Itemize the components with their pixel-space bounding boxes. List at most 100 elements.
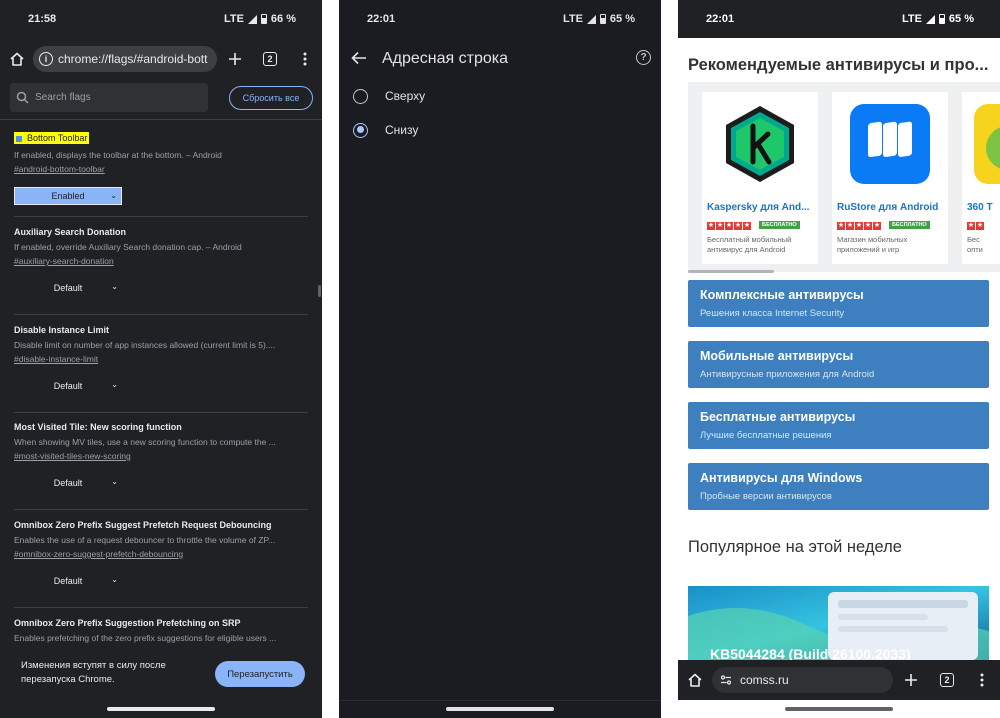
more-menu-icon[interactable] — [292, 46, 318, 72]
app-name[interactable]: RuStore для Android — [837, 202, 947, 213]
flag-title: Most Visited Tile: New scoring function — [14, 422, 182, 432]
rustore-icon — [850, 104, 930, 184]
category-title: Комплексные антивирусы — [700, 288, 864, 302]
free-badge: БЕСПЛАТНО — [889, 221, 930, 229]
url-text: chrome://flags/#android-bott — [58, 52, 208, 66]
site-settings-icon[interactable] — [720, 674, 732, 686]
gesture-handle[interactable] — [446, 707, 554, 711]
browser-toolbar: i chrome://flags/#android-bott 2 — [0, 42, 322, 76]
star-icon: ★ — [725, 222, 733, 230]
flag-description: If enabled, displays the toolbar at the … — [14, 150, 222, 160]
flag-link[interactable]: #most-visited-tiles-new-scoring — [14, 451, 308, 461]
browser-bottom-toolbar: comss.ru 2 — [678, 660, 1000, 700]
flag-description: When showing MV tiles, use a new scoring… — [14, 437, 276, 447]
status-time: 21:58 — [28, 13, 57, 25]
new-tab-icon[interactable] — [222, 46, 248, 72]
flag-select[interactable]: Enabled ⌄ — [14, 187, 122, 205]
battery-level: 66 % — [270, 13, 296, 25]
tab-count: 2 — [263, 52, 277, 66]
star-icon: ★ — [707, 222, 715, 230]
url-text: comss.ru — [740, 673, 789, 687]
scrollbar[interactable] — [318, 285, 321, 297]
radio-top[interactable] — [353, 88, 368, 104]
flag-select[interactable]: Default ⌄ — [14, 377, 122, 395]
flag-link[interactable]: #android-bottom-toolbar — [14, 164, 308, 174]
category-subtitle: Пробные версии антивирусов — [700, 491, 832, 502]
battery-icon — [599, 14, 606, 24]
app-card[interactable]: 360 T ★ ★ Бес опти — [962, 92, 1000, 264]
star-icon: ★ — [873, 222, 881, 230]
flag-select[interactable]: Default ⌄ — [14, 572, 122, 590]
category-button[interactable]: Мобильные антивирусы Антивирусные прилож… — [688, 341, 989, 388]
star-icon: ★ — [967, 222, 975, 230]
category-button[interactable]: Антивирусы для Windows Пробные версии ан… — [688, 463, 989, 510]
restart-button[interactable]: Перезапустить — [215, 661, 305, 687]
gesture-handle[interactable] — [785, 707, 893, 711]
star-icon: ★ — [837, 222, 845, 230]
category-title: Мобильные антивирусы — [700, 349, 854, 363]
signal-icon — [586, 14, 596, 24]
battery-icon — [938, 14, 945, 24]
flag-title: Auxiliary Search Donation — [14, 227, 127, 237]
rating-stars: ★ ★ ★ ★ ★ — [707, 222, 751, 230]
info-icon[interactable]: i — [39, 52, 53, 66]
home-icon[interactable] — [4, 46, 30, 72]
url-bar[interactable]: comss.ru — [712, 667, 893, 693]
option-bottom[interactable]: Снизу — [353, 116, 643, 144]
flag-link[interactable]: #auxiliary-search-donation — [14, 256, 308, 266]
back-arrow-icon[interactable] — [351, 51, 367, 70]
page-content: Рекомендуемые антивирусы и про... Kasper… — [678, 38, 1000, 660]
section-title: Популярное на этой неделе — [688, 538, 902, 556]
flags-search-bar: Search flags Сбросить все — [0, 78, 322, 120]
tab-switcher-button[interactable]: 2 — [940, 673, 954, 687]
carousel-scrollbar[interactable] — [688, 270, 774, 273]
gesture-handle[interactable] — [107, 707, 215, 711]
app-name[interactable]: Kaspersky для And... — [707, 202, 817, 213]
signal-icon — [247, 14, 257, 24]
app-card[interactable]: RuStore для Android ★ ★ ★ ★ ★ БЕСПЛАТНО Мага… — [832, 92, 948, 264]
status-bar: 21:58 LTE 66 % — [0, 0, 322, 38]
divider — [14, 509, 308, 510]
flag-item: Omnibox Zero Prefix Suggest Prefetch Req… — [14, 519, 308, 590]
divider — [14, 216, 308, 217]
radio-bottom[interactable] — [353, 122, 368, 138]
flag-select[interactable]: Default ⌄ — [14, 474, 122, 492]
flag-select[interactable]: Default ⌄ — [14, 279, 122, 297]
chevron-down-icon: ⌄ — [111, 477, 118, 486]
help-icon[interactable]: ? — [636, 50, 651, 65]
flags-screen: 21:58 LTE 66 % i chrome://flags/#android… — [0, 0, 322, 718]
flag-title: Disable Instance Limit — [14, 325, 110, 335]
star-icon: ★ — [846, 222, 854, 230]
flag-link[interactable]: #disable-instance-limit — [14, 354, 308, 364]
flag-item: Disable Instance Limit Disable limit on … — [14, 324, 308, 395]
reset-all-button[interactable]: Сбросить все — [229, 86, 313, 110]
star-icon: ★ — [734, 222, 742, 230]
app-card[interactable]: Kaspersky для And... ★ ★ ★ ★ ★ БЕСПЛАТНО Бес… — [702, 92, 818, 264]
url-bar[interactable]: i chrome://flags/#android-bott — [33, 46, 217, 72]
more-menu-icon[interactable] — [980, 673, 984, 692]
flag-select-value: Default — [53, 576, 83, 586]
settings-header: Адресная строка ? — [339, 42, 661, 76]
app-description: Магазин мобильных приложений и игр — [837, 235, 908, 254]
address-bar-settings-screen: 22:01 LTE 65 % Адресная строка ? Сверху … — [339, 0, 661, 718]
snackbar-text: Изменения вступят в силу после перезапус… — [21, 660, 166, 685]
tab-switcher-button[interactable]: 2 — [257, 46, 283, 72]
chevron-down-icon: ⌄ — [111, 575, 118, 584]
search-flags-input[interactable]: Search flags — [10, 83, 208, 112]
restart-snackbar: Изменения вступят в силу после перезапус… — [0, 650, 322, 700]
category-button[interactable]: Комплексные антивирусы Решения класса In… — [688, 280, 989, 327]
app-name[interactable]: 360 T — [967, 202, 1000, 213]
flag-link[interactable]: #omnibox-zero-suggest-prefetch-debouncin… — [14, 549, 308, 559]
star-icon: ★ — [864, 222, 872, 230]
free-badge: БЕСПЛАТНО — [759, 221, 800, 229]
search-icon — [16, 91, 29, 104]
option-top[interactable]: Сверху — [353, 82, 643, 110]
new-tab-icon[interactable] — [904, 673, 918, 692]
chevron-down-icon: ⌄ — [110, 191, 117, 200]
app-carousel[interactable]: Kaspersky для And... ★ ★ ★ ★ ★ БЕСПЛАТНО Бес… — [688, 82, 1000, 272]
category-button[interactable]: Бесплатные антивирусы Лучшие бесплатные … — [688, 402, 989, 449]
home-icon[interactable] — [687, 672, 703, 693]
app-description: Бес опти — [967, 235, 983, 254]
status-bar: 22:01 LTE 65 % — [339, 0, 661, 38]
category-subtitle: Антивирусные приложения для Android — [700, 369, 875, 380]
